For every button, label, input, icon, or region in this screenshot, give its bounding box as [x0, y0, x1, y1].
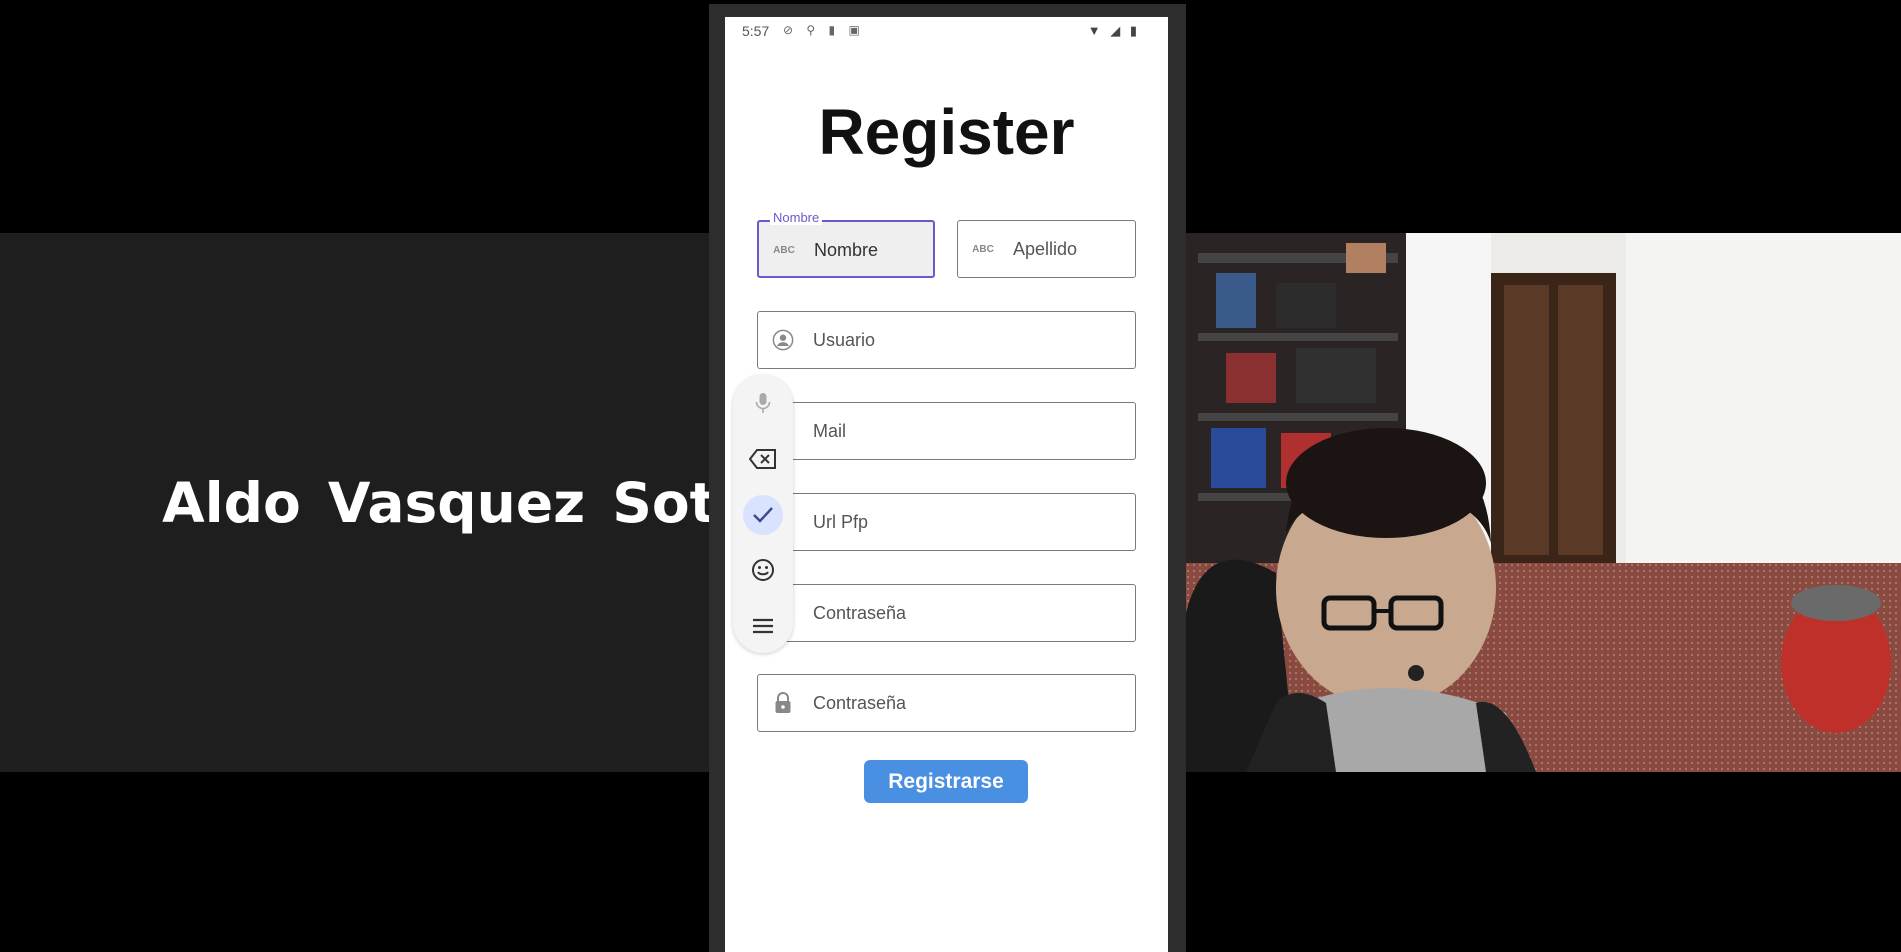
webcam-video [1186, 233, 1901, 772]
password-input[interactable]: Contraseña [813, 603, 906, 624]
confirm-password-field[interactable]: Contraseña [757, 674, 1136, 732]
emoji-icon[interactable] [743, 550, 783, 590]
participant-tile: Aldo Vasquez Sot. [0, 233, 737, 772]
nombre-field[interactable]: Nombre ABC Nombre [757, 210, 935, 278]
usuario-field[interactable]: Usuario [757, 311, 1136, 369]
backspace-icon[interactable] [743, 439, 783, 479]
register-button[interactable]: Registrarse [864, 760, 1028, 803]
status-system-icons: ▼ ◢ ▮ [1087, 23, 1140, 38]
nombre-input[interactable]: Nombre [814, 240, 878, 261]
mail-field[interactable]: Mail [757, 402, 1136, 460]
apellido-field[interactable]: ABC Apellido [957, 220, 1136, 278]
mail-input[interactable]: Mail [813, 421, 846, 442]
abc-icon: ABC [972, 243, 994, 255]
page-title: Register [818, 96, 1075, 168]
url-pfp-field[interactable]: Url Pfp [757, 493, 1136, 551]
webcam-scene [1186, 233, 1901, 772]
lock-icon [772, 692, 794, 714]
microphone-icon[interactable] [743, 383, 783, 423]
keyboard-toolbar [733, 375, 793, 653]
status-notification-icons: ⊘ ⚲ ▮ ▣ [783, 23, 865, 37]
usuario-input[interactable]: Usuario [813, 330, 875, 351]
status-time: 5:57 [742, 23, 770, 39]
account-icon [772, 329, 794, 351]
menu-icon[interactable] [743, 606, 783, 646]
apellido-input[interactable]: Apellido [1013, 239, 1077, 260]
nombre-floating-label: Nombre [770, 210, 823, 225]
abc-icon: ABC [773, 244, 795, 256]
url-pfp-input[interactable]: Url Pfp [813, 512, 868, 533]
password-field[interactable]: Contraseña [757, 584, 1136, 642]
status-bar: 5:57 ⊘ ⚲ ▮ ▣ ▼ ◢ ▮ [725, 17, 1168, 43]
confirm-password-input[interactable]: Contraseña [813, 693, 906, 714]
check-icon[interactable] [743, 495, 783, 535]
participant-name: Aldo Vasquez Sot. [162, 470, 737, 535]
